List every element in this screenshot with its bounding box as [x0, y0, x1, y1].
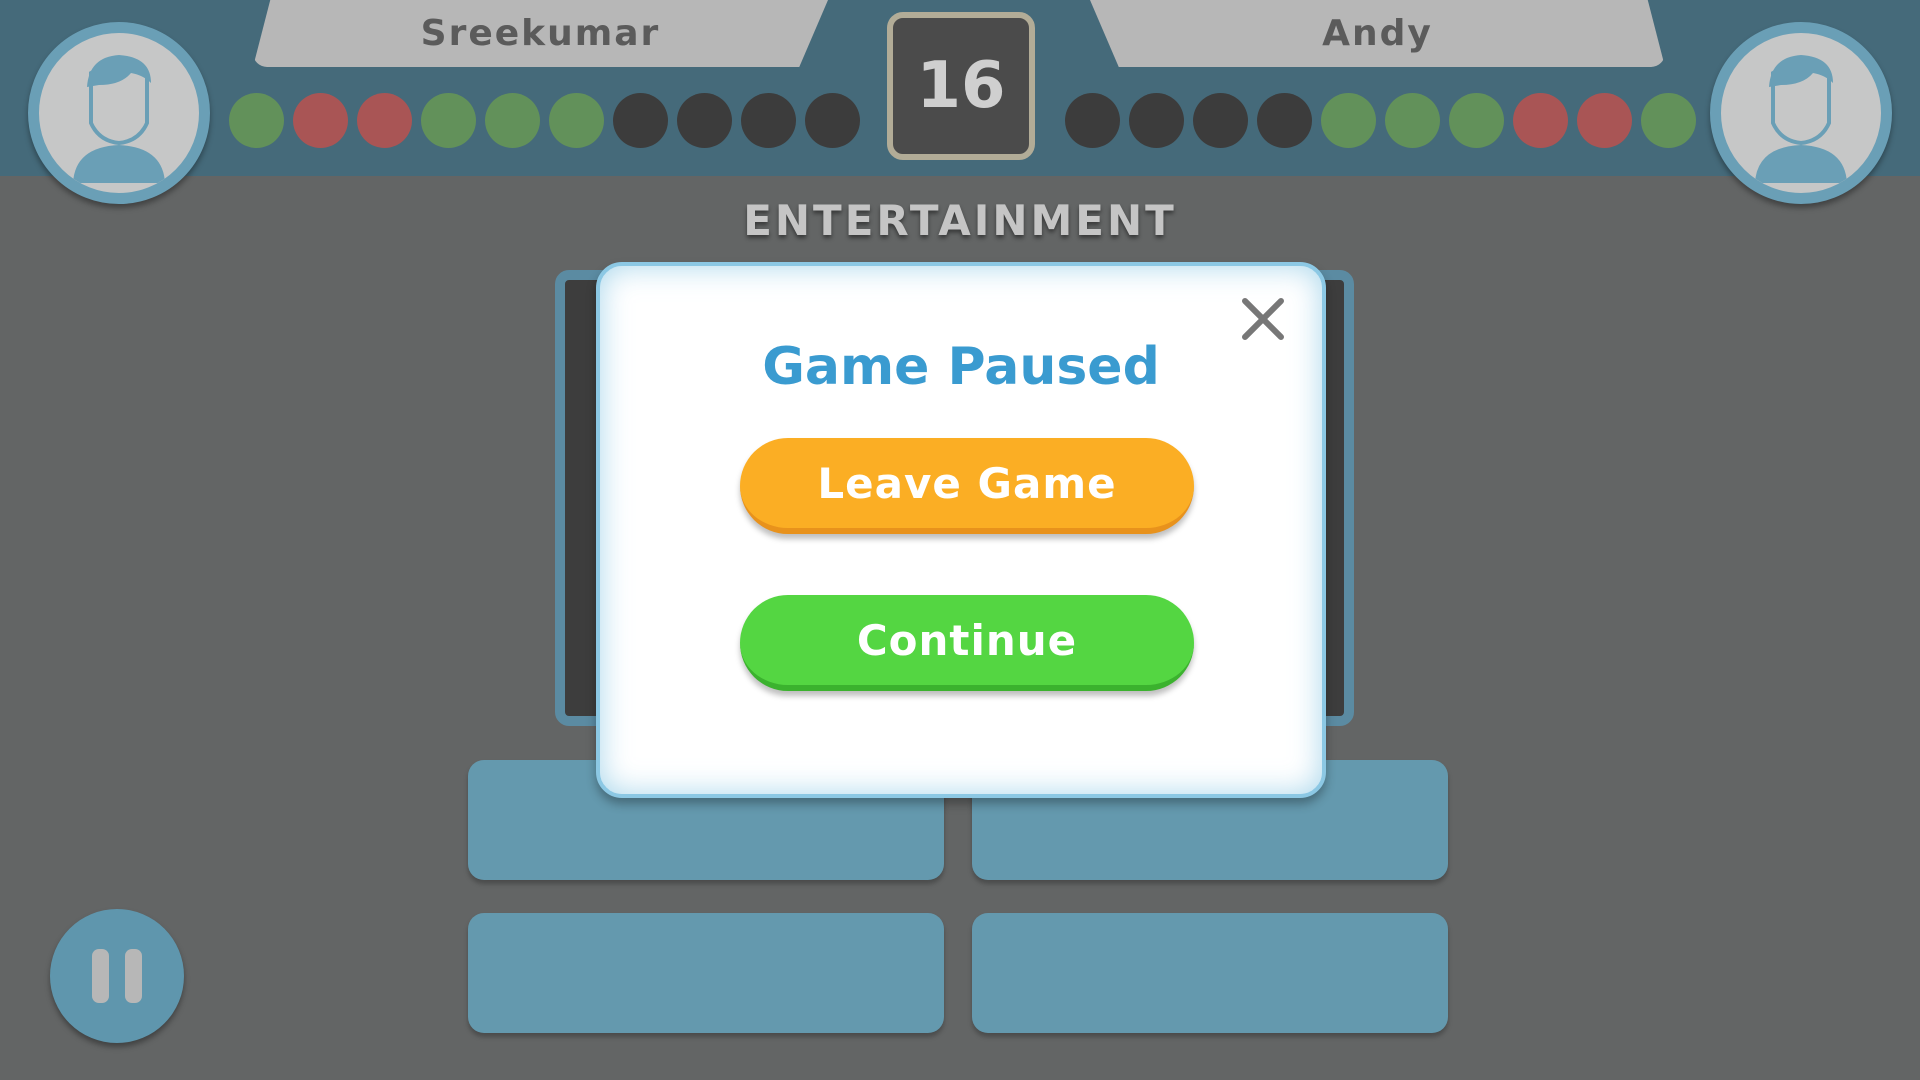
dialog-title: Game Paused	[762, 337, 1160, 397]
pause-dialog: Game Paused Leave Game Continue	[596, 262, 1326, 798]
continue-button[interactable]: Continue	[740, 595, 1194, 691]
player-right-score-dots	[1065, 93, 1696, 148]
score-dot-pending	[741, 93, 796, 148]
score-dot-correct	[1321, 93, 1376, 148]
score-dot-correct	[485, 93, 540, 148]
score-dot-pending	[805, 93, 860, 148]
player-left-score-dots	[229, 93, 860, 148]
score-dot-pending	[677, 93, 732, 148]
score-dot-wrong	[1513, 93, 1568, 148]
pause-icon	[92, 949, 109, 1003]
pause-icon	[125, 949, 142, 1003]
player-left-name: Sreekumar	[253, 0, 828, 67]
player-right-avatar-icon	[1710, 22, 1892, 204]
score-dot-pending	[1193, 93, 1248, 148]
category-label: ENTERTAINMENT	[743, 195, 1177, 245]
score-dot-correct	[1385, 93, 1440, 148]
pause-button[interactable]	[50, 909, 184, 1043]
score-dot-wrong	[293, 93, 348, 148]
score-dot-correct	[1449, 93, 1504, 148]
player-left-avatar-icon	[28, 22, 210, 204]
score-dot-correct	[229, 93, 284, 148]
score-dot-wrong	[357, 93, 412, 148]
score-dot-pending	[1129, 93, 1184, 148]
score-dot-pending	[1065, 93, 1120, 148]
score-dot-pending	[613, 93, 668, 148]
score-dot-correct	[549, 93, 604, 148]
round-timer: 16	[887, 12, 1035, 160]
leave-game-button[interactable]: Leave Game	[740, 438, 1194, 534]
score-dot-pending	[1257, 93, 1312, 148]
score-dot-correct	[421, 93, 476, 148]
player-right-name: Andy	[1090, 0, 1665, 67]
score-dot-wrong	[1577, 93, 1632, 148]
score-dot-correct	[1641, 93, 1696, 148]
answer-button-3[interactable]	[468, 913, 944, 1033]
answer-button-4[interactable]	[972, 913, 1448, 1033]
